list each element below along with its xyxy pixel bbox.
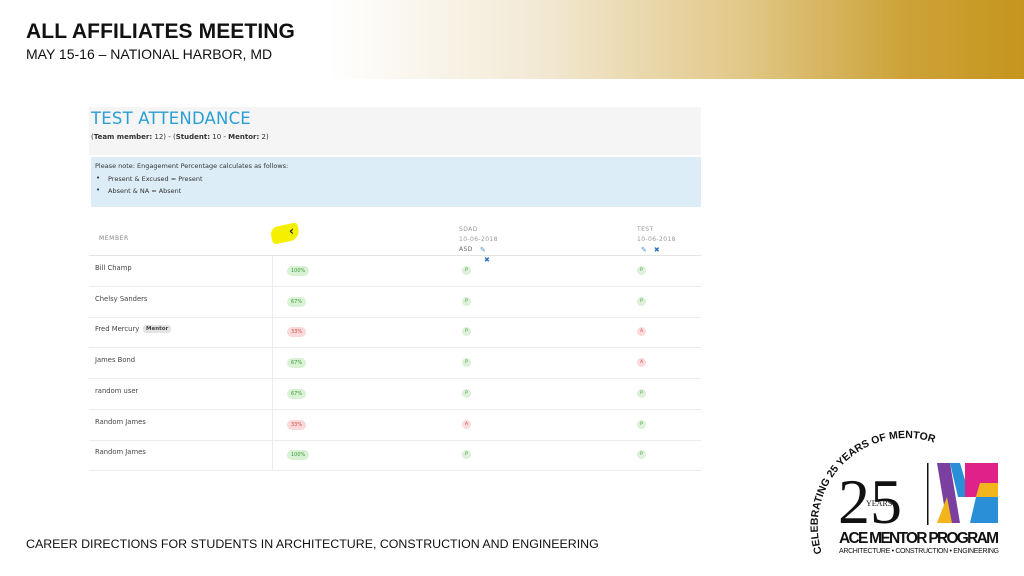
table-row: James Bond 67% P A [89,348,701,380]
counts-separator: ) - ( [163,133,176,141]
table-row: Random James 33% A P [89,410,701,441]
logo-tagline: ARCHITECTURE • CONSTRUCTION • ENGINEERIN… [839,548,999,555]
table-row: Chelsy Sanders 67% P P [89,287,701,318]
session-column-test: TEST 10-06-2018 ✎ ✖ [637,225,676,254]
attendance-status-badge[interactable]: P [462,450,471,460]
table-row: Fred Mercury 33% P A Mentor [89,317,701,349]
session-column-sdad: SDAD 10-06-2018 ASD ✎ ✖ [459,225,498,264]
logo-divider [927,463,929,525]
member-name[interactable]: Random James [95,448,146,456]
mentor-label: Mentor: [228,133,260,141]
attendance-screenshot: TEST ATTENDANCE (Team member: 12) - (Stu… [89,107,701,472]
attendance-status-badge[interactable]: P [637,296,646,306]
meeting-title: ALL AFFILIATES MEETING [26,20,295,43]
member-name[interactable]: Bill Champ [95,264,132,272]
engagement-percent-badge: 67% [287,358,307,369]
attendance-title: TEST ATTENDANCE [91,109,251,128]
logo-program-name: ACE MENTOR PROGRAM [839,530,999,547]
attendance-status-badge[interactable]: A [637,358,646,368]
attendance-status-badge[interactable]: A [462,419,471,429]
meeting-subtitle: MAY 15-16 – NATIONAL HARBOR, MD [26,46,273,62]
attendance-status-badge[interactable]: P [637,419,646,429]
attendance-status-badge[interactable]: P [462,388,471,398]
ace-mark-icon [937,463,998,523]
attendance-status-badge[interactable]: P [462,358,471,368]
edit-icon[interactable]: ✎ [641,246,647,254]
attendance-status-badge[interactable]: P [637,388,646,398]
member-name[interactable]: Random James [95,418,146,426]
note-item: Present & Excused = Present [96,174,203,183]
engagement-note: Please note: Engagement Percentage calcu… [91,157,701,207]
note-text: Please note: Engagement Percentage calcu… [95,162,289,170]
note-item: Absent & NA = Absent [96,186,181,195]
student-label: Student: [175,133,211,141]
table-row: Random James 100% P P [89,440,701,472]
engagement-percent-badge: 67% [287,296,307,307]
session-name: SDAD [459,226,478,233]
attendance-status-badge[interactable]: P [462,266,471,275]
attendance-status-badge[interactable]: P [462,296,471,306]
edit-icon[interactable]: ✎ [480,246,486,254]
member-column-header[interactable]: MEMBER [99,235,129,242]
engagement-percent-badge: 100% [287,266,310,276]
team-count: 12 [154,133,164,141]
table-header: MEMBER SDAD 10-06-2018 ASD ✎ ✖ TEST 10-0… [89,209,701,264]
member-name[interactable]: James Bond [95,356,135,364]
session-name: TEST [637,226,654,233]
counts-suffix: ) [265,133,269,141]
role-badge: Mentor [143,325,172,334]
table-row: random user 67% P P [89,379,701,410]
member-name[interactable]: random user [95,387,138,395]
member-name[interactable]: Fred Mercury [95,325,139,333]
engagement-percent-badge: 100% [287,450,310,461]
member-name[interactable]: Chelsy Sanders [95,295,147,303]
engagement-sort-icon[interactable]: ‹ [289,224,294,238]
member-counts: (Team member: 12) - (Student: 10 - Mento… [91,133,269,141]
attendance-status-badge[interactable]: P [637,450,646,460]
table-row: Bill Champ 100% P P [89,256,701,287]
attendance-status-badge[interactable]: P [637,266,646,275]
attendance-status-badge[interactable]: A [637,327,646,337]
engagement-percent-badge: 33% [287,419,307,430]
header-banner: ALL AFFILIATES MEETING MAY 15-16 – NATIO… [0,0,1024,79]
attendance-status-badge[interactable]: P [462,327,471,337]
logo-years: YEARS [866,499,892,508]
session-date: 10-06-2018 [459,236,498,243]
engagement-percent-badge: 33% [287,327,307,338]
team-label: Team member: [93,133,153,141]
attendance-header: TEST ATTENDANCE (Team member: 12) - (Stu… [89,107,701,155]
session-date: 10-06-2018 [637,236,676,243]
footer-tagline: CAREER DIRECTIONS FOR STUDENTS IN ARCHIT… [26,537,599,551]
delete-icon[interactable]: ✖ [654,246,660,254]
student-count: 10 [212,133,222,141]
engagement-percent-badge: 67% [287,388,307,399]
ace-25-years-logo: CELEBRATING 25 YEARS OF MENTORING 1994–2… [800,425,999,555]
